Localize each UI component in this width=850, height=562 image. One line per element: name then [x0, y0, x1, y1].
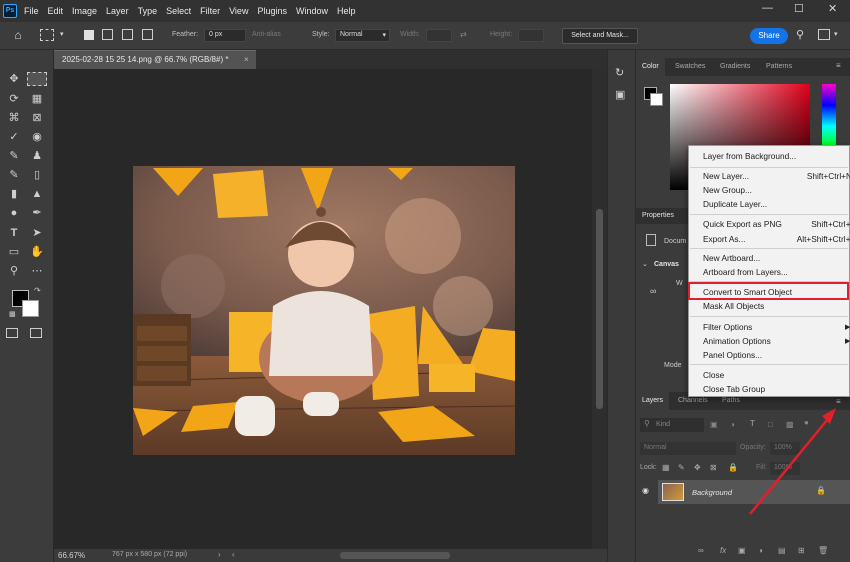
arrow-head — [822, 408, 836, 424]
annotation-arrow — [749, 408, 836, 515]
arrow-shaft — [749, 413, 833, 515]
